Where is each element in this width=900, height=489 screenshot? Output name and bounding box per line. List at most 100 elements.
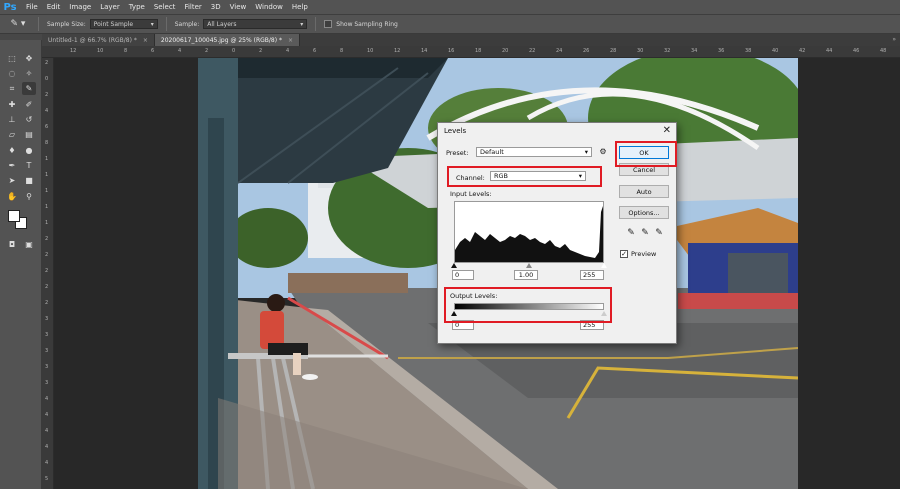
black-point-eyedropper-icon[interactable]: ✎ [626, 228, 636, 238]
ruler-tick-label: 4 [286, 48, 290, 54]
preset-select[interactable]: Default ▾ [476, 147, 592, 157]
sample-value: All Layers [207, 20, 237, 28]
pen-icon[interactable]: ✒ [5, 159, 19, 172]
vertical-ruler[interactable]: 2 0 2 4 6 8 1 1 1 1 1 2 2 2 2 2 3 3 3 3 3 4 4 4 4 4 5 [42, 58, 54, 489]
quick-mask-icon[interactable]: ◘ [5, 238, 19, 251]
collapse-panels-icon[interactable]: » [892, 34, 896, 46]
ruler-tick-label: 1 [45, 204, 49, 210]
crop-icon[interactable]: ⌗ [5, 82, 19, 95]
white-point-eyedropper-icon[interactable]: ✎ [654, 228, 664, 238]
ruler-tick-label: 24 [556, 48, 563, 54]
ruler-tick-label: 1 [45, 220, 49, 226]
tab-photo[interactable]: 20200617_100045.jpg @ 25% (RGB/8) * × [154, 34, 300, 46]
menu-bar: Ps File Edit Image Layer Type Select Fil… [0, 0, 900, 14]
ruler-tick-label: 20 [502, 48, 509, 54]
auto-button[interactable]: Auto [619, 185, 669, 198]
menu-3d[interactable]: 3D [211, 3, 221, 11]
ruler-tick-label: 2 [45, 236, 49, 242]
ruler-tick-label: 12 [70, 48, 77, 54]
toolbox-grip[interactable] [0, 34, 42, 40]
eraser-icon[interactable]: ▱ [5, 128, 19, 141]
ruler-tick-label: 6 [45, 124, 49, 130]
chevron-down-icon: ▾ [300, 20, 304, 28]
ruler-tick-label: 4 [45, 460, 49, 466]
close-icon[interactable]: × [143, 37, 148, 44]
ruler-tick-label: 12 [394, 48, 401, 54]
options-bar: ✎ ▾ Sample Size: Point Sample ▾ Sample: … [0, 14, 900, 34]
sample-size-select[interactable]: Point Sample ▾ [89, 19, 158, 29]
ruler-tick-label: 1 [45, 172, 49, 178]
ruler-tick-label: 2 [45, 252, 49, 258]
sample-label: Sample: [174, 20, 200, 28]
tab-label: 20200617_100045.jpg @ 25% (RGB/8) * [160, 36, 282, 44]
ruler-tick-label: 0 [232, 48, 236, 54]
healing-brush-icon[interactable]: ✚ [5, 98, 19, 111]
eyedropper-icon[interactable]: ✎ ▾ [6, 17, 30, 31]
gray-point-eyedropper-icon[interactable]: ✎ [640, 228, 650, 238]
ruler-tick-label: 48 [880, 48, 887, 54]
clone-stamp-icon[interactable]: ⊥ [5, 113, 19, 126]
histogram [454, 201, 604, 263]
menu-window[interactable]: Window [255, 3, 283, 11]
foreground-color-swatch[interactable] [8, 210, 20, 222]
histogram-graph [455, 206, 603, 262]
close-icon[interactable]: × [288, 37, 293, 44]
dodge-icon[interactable]: ● [22, 144, 36, 157]
menu-filter[interactable]: Filter [184, 3, 201, 11]
screen-mode-icon[interactable]: ▣ [22, 238, 36, 251]
path-selection-icon[interactable]: ➤ [5, 174, 19, 187]
eyedropper-tool-icon[interactable]: ✎ [22, 82, 36, 95]
ruler-tick-label: 32 [664, 48, 671, 54]
ruler-tick-label: 4 [45, 108, 49, 114]
history-brush-icon[interactable]: ↺ [22, 113, 36, 126]
preset-options-gear-icon[interactable]: ⚙ [598, 147, 608, 157]
move-icon[interactable]: ✥ [22, 52, 36, 65]
menu-type[interactable]: Type [129, 3, 145, 11]
menu-help[interactable]: Help [292, 3, 308, 11]
preset-label: Preset: [446, 149, 469, 157]
menu-view[interactable]: View [230, 3, 247, 11]
blur-icon[interactable]: ♦ [5, 144, 19, 157]
input-black-slider[interactable] [451, 263, 457, 268]
magic-wand-icon[interactable]: ✧ [22, 67, 36, 80]
ruler-tick-label: 2 [259, 48, 263, 54]
ruler-tick-label: 22 [529, 48, 536, 54]
options-button[interactable]: Options... [619, 206, 669, 219]
input-white-slider[interactable] [601, 263, 607, 268]
lasso-icon[interactable]: ◌ [5, 67, 19, 80]
ruler-tick-label: 44 [826, 48, 833, 54]
shape-icon[interactable]: ■ [22, 174, 36, 187]
ruler-tick-label: 2 [45, 300, 49, 306]
input-gamma-field[interactable]: 1.00 [514, 270, 538, 280]
input-white-field[interactable]: 255 [580, 270, 604, 280]
preview-checkbox[interactable]: ✓ [620, 250, 628, 258]
marquee-icon[interactable]: ⬚ [5, 52, 19, 65]
menu-select[interactable]: Select [154, 3, 176, 11]
tab-untitled-1[interactable]: Untitled-1 @ 66.7% (RGB/8) * × [42, 34, 155, 46]
sample-select[interactable]: All Layers ▾ [203, 19, 308, 29]
ruler-tick-label: 40 [772, 48, 779, 54]
options-divider [165, 17, 167, 31]
ruler-tick-label: 10 [367, 48, 374, 54]
ruler-tick-label: 4 [178, 48, 182, 54]
menu-image[interactable]: Image [69, 3, 91, 11]
horizontal-ruler[interactable]: 12 10 8 6 4 2 0 2 4 6 8 10 12 14 16 18 20 22 24 26 28 30 32 34 3… [42, 46, 900, 58]
ruler-tick-label: 30 [637, 48, 644, 54]
menu-file[interactable]: File [26, 3, 38, 11]
input-gamma-slider[interactable] [526, 263, 532, 268]
menu-layer[interactable]: Layer [100, 3, 120, 11]
ruler-tick-label: 34 [691, 48, 698, 54]
close-icon[interactable]: ✕ [663, 125, 671, 136]
zoom-icon[interactable]: ⚲ [22, 190, 36, 203]
type-icon[interactable]: T [22, 159, 36, 172]
output-levels-highlight-box [444, 287, 612, 323]
input-black-field[interactable]: 0 [452, 270, 474, 280]
ruler-tick-label: 6 [313, 48, 317, 54]
ruler-tick-label: 2 [45, 60, 49, 66]
gradient-icon[interactable]: ▤ [22, 128, 36, 141]
hand-icon[interactable]: ✋ [5, 190, 19, 203]
menu-edit[interactable]: Edit [47, 3, 61, 11]
sampling-ring-checkbox[interactable] [324, 20, 333, 28]
brush-icon[interactable]: ✐ [22, 98, 36, 111]
ruler-tick-label: 36 [718, 48, 725, 54]
